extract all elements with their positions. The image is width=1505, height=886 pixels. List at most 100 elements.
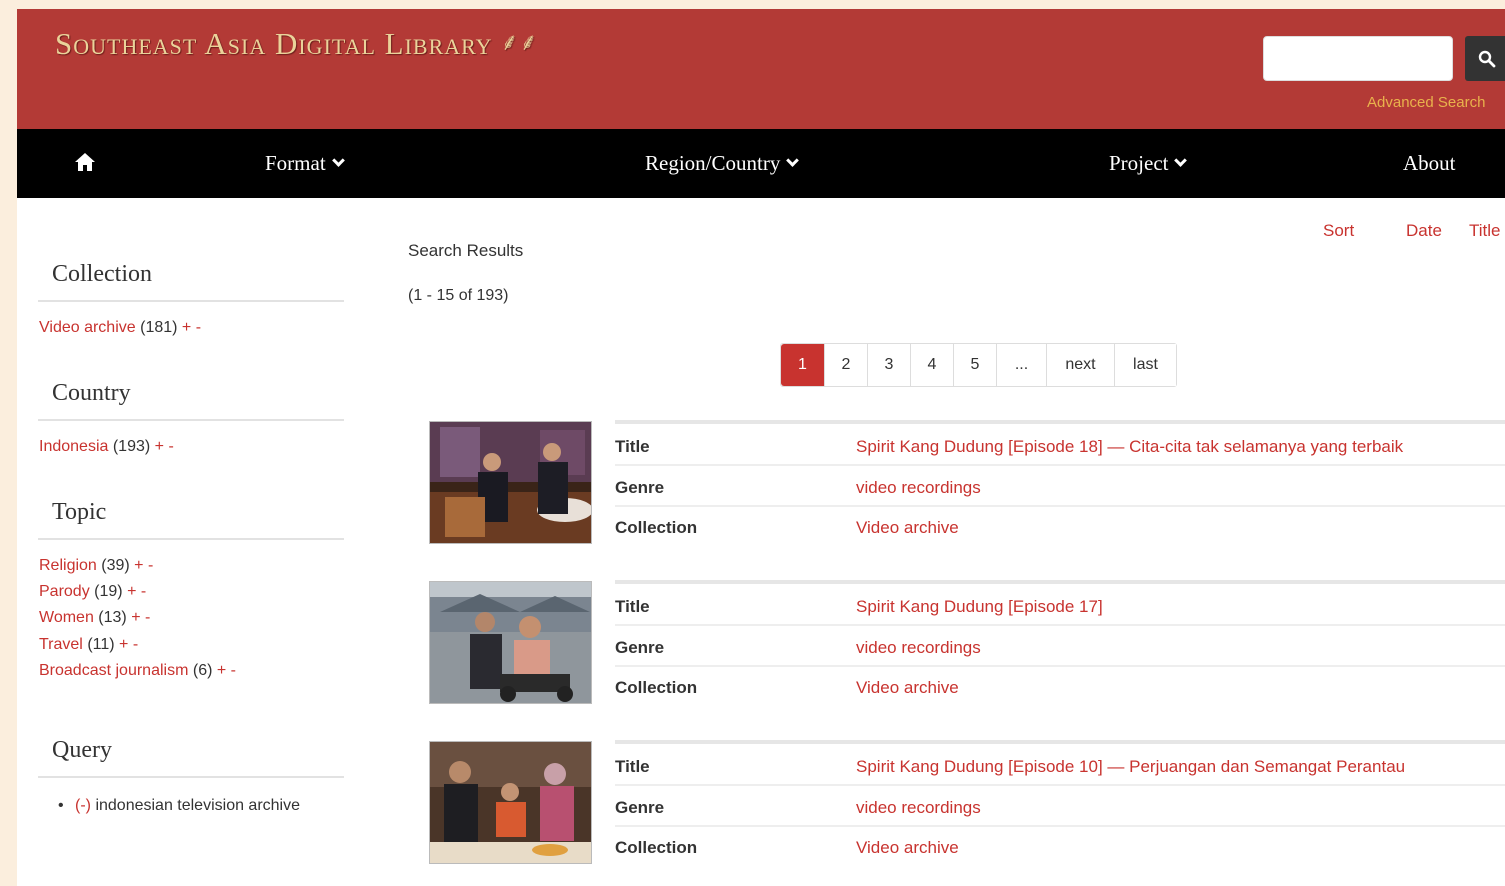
- facet-exclude-button[interactable]: -: [168, 438, 173, 455]
- divider: [38, 300, 344, 302]
- search-input[interactable]: [1263, 36, 1453, 81]
- field-label-genre: Genre: [615, 478, 665, 497]
- query-term: indonesian television archive: [95, 797, 301, 814]
- site-title[interactable]: Southeast Asia Digital Library: [55, 26, 493, 61]
- nav-about[interactable]: About: [1403, 129, 1456, 198]
- page-2[interactable]: 2: [825, 344, 868, 386]
- facet-link-indonesia[interactable]: Indonesia: [39, 438, 108, 455]
- facet-include-button[interactable]: +: [127, 583, 136, 600]
- page-1[interactable]: 1: [781, 344, 825, 386]
- divider: [38, 776, 344, 778]
- facet-link-broadcast-journalism[interactable]: Broadcast journalism: [39, 662, 188, 679]
- facet-include-button[interactable]: +: [217, 662, 226, 679]
- facet-count: (19): [94, 583, 123, 600]
- results-count: (1 - 15 of 193): [408, 287, 509, 304]
- facet-include-button[interactable]: +: [134, 557, 143, 574]
- result-thumbnail[interactable]: [429, 421, 592, 544]
- field-label-title: Title: [615, 757, 650, 776]
- nav-project-label: Project: [1109, 151, 1169, 175]
- result-genre-link[interactable]: video recordings: [856, 478, 981, 498]
- search-button[interactable]: [1465, 36, 1505, 81]
- facet-include-button[interactable]: +: [182, 319, 191, 336]
- divider: [615, 825, 1505, 827]
- dragon-logo-icon: ⸙⸙: [500, 30, 539, 56]
- divider: [615, 420, 1505, 424]
- facet-exclude-button[interactable]: -: [148, 557, 153, 574]
- result-genre-link[interactable]: video recordings: [856, 798, 981, 818]
- chevron-down-icon: [1174, 154, 1188, 167]
- result-title-link[interactable]: Spirit Kang Dudung [Episode 18] — Cita-c…: [856, 437, 1403, 457]
- facet-count: (39): [101, 557, 130, 574]
- facet-link-travel[interactable]: Travel: [39, 636, 83, 653]
- sort-by-title[interactable]: Title: [1469, 221, 1501, 241]
- facet-count: (6): [192, 662, 213, 679]
- page-last[interactable]: last: [1115, 344, 1176, 386]
- facet-include-button[interactable]: +: [131, 609, 140, 626]
- facet-exclude-button[interactable]: -: [145, 609, 150, 626]
- home-link[interactable]: [74, 129, 96, 198]
- facet-item: Religion (39) + -: [39, 557, 153, 575]
- field-label-collection: Collection: [615, 678, 698, 697]
- page-3[interactable]: 3: [868, 344, 911, 386]
- main-nav: Format Region/Country Project About: [17, 129, 1505, 198]
- facet-exclude-button[interactable]: -: [231, 662, 236, 679]
- nav-region[interactable]: Region/Country: [645, 129, 800, 198]
- facet-country-title: Country: [52, 380, 131, 406]
- divider: [38, 419, 344, 421]
- facet-count: (181): [140, 319, 178, 336]
- facet-topic-title: Topic: [52, 499, 107, 525]
- video-still-image: [430, 422, 591, 543]
- query-item: • (-) indonesian television archive: [58, 793, 305, 819]
- facet-count: (193): [112, 438, 151, 455]
- sort-by-date[interactable]: Date: [1406, 221, 1442, 241]
- result-collection-link[interactable]: Video archive: [856, 518, 959, 538]
- field-label-title: Title: [615, 597, 650, 616]
- divider: [615, 740, 1505, 744]
- facet-item: Parody (19) + -: [39, 583, 146, 601]
- remove-query-button[interactable]: (-): [75, 797, 91, 814]
- chevron-down-icon: [331, 154, 345, 167]
- facet-exclude-button[interactable]: -: [196, 319, 201, 336]
- divider: [615, 464, 1505, 466]
- facet-link-religion[interactable]: Religion: [39, 557, 97, 574]
- facet-link-women[interactable]: Women: [39, 609, 94, 626]
- page-ellipsis: ...: [997, 344, 1047, 386]
- facet-include-button[interactable]: +: [155, 438, 164, 455]
- advanced-search-link[interactable]: Advanced Search: [1367, 94, 1485, 111]
- facet-link-video-archive[interactable]: Video archive: [39, 319, 136, 336]
- bullet: •: [58, 797, 64, 814]
- facet-count: (13): [98, 609, 127, 626]
- result-collection-link[interactable]: Video archive: [856, 838, 959, 858]
- facet-count: (11): [87, 636, 115, 653]
- facet-item: Travel (11) + -: [39, 636, 138, 654]
- pagination: 1 2 3 4 5 ... next last: [780, 343, 1177, 387]
- nav-project[interactable]: Project: [1109, 129, 1188, 198]
- facet-include-button[interactable]: +: [119, 636, 128, 653]
- facet-item: Women (13) + -: [39, 609, 150, 627]
- result-title-link[interactable]: Spirit Kang Dudung [Episode 10] — Perjua…: [856, 757, 1405, 777]
- result-collection-link[interactable]: Video archive: [856, 678, 959, 698]
- page-next[interactable]: next: [1047, 344, 1115, 386]
- page-4[interactable]: 4: [911, 344, 954, 386]
- facet-collection-title: Collection: [52, 261, 152, 287]
- site-header: Southeast Asia Digital Library ⸙⸙ Advance…: [17, 9, 1505, 129]
- video-still-image: [430, 582, 591, 703]
- facet-link-parody[interactable]: Parody: [39, 583, 90, 600]
- facet-exclude-button[interactable]: -: [141, 583, 146, 600]
- page-5[interactable]: 5: [954, 344, 997, 386]
- chevron-down-icon: [786, 154, 800, 167]
- facet-exclude-button[interactable]: -: [133, 636, 138, 653]
- nav-region-label: Region/Country: [645, 151, 781, 175]
- site-logo[interactable]: Southeast Asia Digital Library ⸙⸙: [55, 25, 539, 62]
- sort-label[interactable]: Sort: [1323, 221, 1354, 241]
- divider: [615, 505, 1505, 507]
- nav-format-label: Format: [265, 151, 326, 175]
- divider: [615, 784, 1505, 786]
- result-thumbnail[interactable]: [429, 741, 592, 864]
- nav-format[interactable]: Format: [265, 129, 345, 198]
- divider: [38, 538, 344, 540]
- field-label-collection: Collection: [615, 518, 698, 537]
- result-genre-link[interactable]: video recordings: [856, 638, 981, 658]
- result-title-link[interactable]: Spirit Kang Dudung [Episode 17]: [856, 597, 1103, 617]
- result-thumbnail[interactable]: [429, 581, 592, 704]
